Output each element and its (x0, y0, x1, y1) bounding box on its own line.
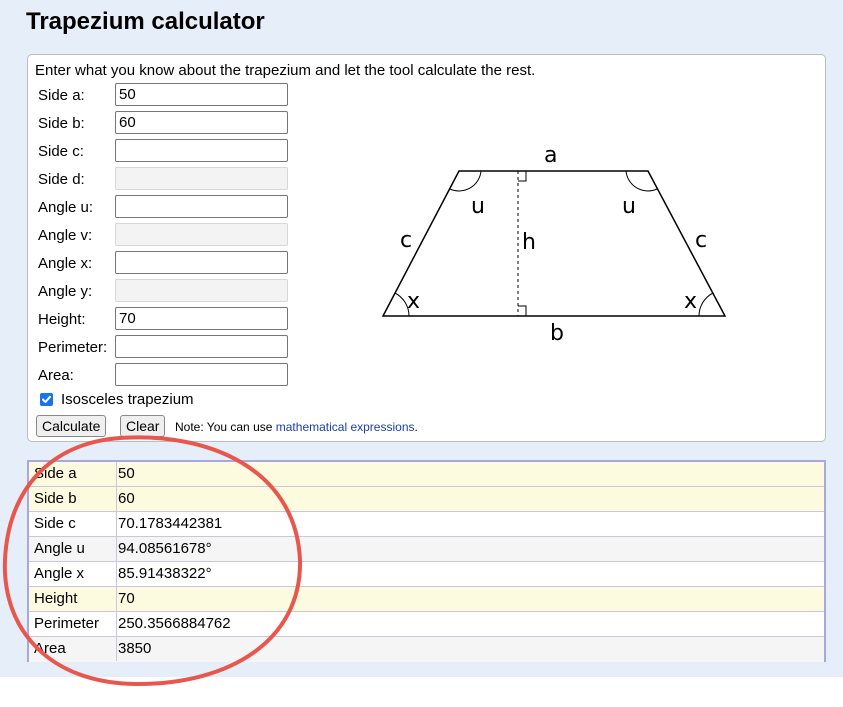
trapezium-diagram: a b c c h u u x x (381, 143, 727, 343)
result-key: Height (29, 587, 117, 611)
result-row-side-a: Side a 50 (29, 462, 824, 487)
right-angle-bottom (518, 305, 527, 316)
mathematical-expressions-link[interactable]: mathematical expressions (276, 420, 415, 434)
result-value: 250.3566884762 (118, 615, 231, 632)
result-value: 3850 (118, 640, 152, 657)
angle-u-input[interactable] (115, 195, 288, 218)
trapezium-shape (381, 170, 727, 317)
trapezium-outline (381, 170, 727, 317)
intro-text: Enter what you know about the trapezium … (35, 62, 536, 79)
angle-x-label: Angle x: (38, 255, 93, 272)
right-angle-top (518, 171, 527, 182)
side-d-input (115, 167, 288, 190)
label-b: b (550, 321, 564, 343)
angle-x-input[interactable] (115, 251, 288, 274)
result-value: 50 (118, 465, 135, 482)
isosceles-label: Isosceles trapezium (61, 391, 194, 408)
result-key: Side c (29, 512, 117, 536)
result-row-side-b: Side b 60 (29, 487, 824, 512)
result-key: Angle x (29, 562, 117, 586)
label-c-right: c (695, 228, 707, 253)
angle-u-right-arc (625, 170, 658, 192)
height-label: Height: (38, 311, 86, 328)
height-input[interactable] (115, 307, 288, 330)
result-key: Side b (29, 487, 117, 511)
result-value: 70 (118, 590, 135, 607)
area-input[interactable] (115, 363, 288, 386)
result-value: 94.08561678° (118, 540, 212, 557)
page-title: Trapezium calculator (26, 8, 265, 35)
angle-y-label: Angle y: (38, 283, 93, 300)
result-row-area: Area 3850 (29, 637, 824, 662)
result-value: 60 (118, 490, 135, 507)
result-row-side-c: Side c 70.1783442381 (29, 512, 824, 537)
result-value: 85.91438322° (118, 565, 212, 582)
angle-y-input (115, 279, 288, 302)
calculate-button[interactable]: Calculate (36, 415, 107, 437)
side-b-label: Side b: (38, 115, 85, 132)
result-row-angle-u: Angle u 94.08561678° (29, 537, 824, 562)
angle-u-left-arc (449, 170, 482, 192)
side-d-label: Side d: (38, 171, 85, 188)
side-c-label: Side c: (38, 143, 84, 160)
result-row-perimeter: Perimeter 250.3566884762 (29, 612, 824, 637)
side-a-label: Side a: (38, 87, 85, 104)
angle-x-right-arc (698, 292, 714, 317)
result-value: 70.1783442381 (118, 515, 223, 532)
note-prefix: Note: You can use (175, 420, 273, 434)
label-x-right: x (684, 289, 697, 314)
calculator-panel: Enter what you know about the trapezium … (27, 54, 826, 442)
note-text: Note: You can use mathematical expressio… (175, 420, 418, 434)
result-key: Side a (29, 462, 117, 486)
perimeter-input[interactable] (115, 335, 288, 358)
label-u-right: u (622, 194, 636, 219)
angle-v-label: Angle v: (38, 227, 93, 244)
result-key: Angle u (29, 537, 117, 561)
label-c-left: c (400, 228, 412, 253)
side-c-input[interactable] (115, 139, 288, 162)
label-h: h (522, 230, 536, 255)
area-label: Area: (38, 367, 74, 384)
label-x-left: x (407, 289, 420, 314)
angle-u-label: Angle u: (38, 199, 94, 216)
perimeter-label: Perimeter: (38, 339, 108, 356)
label-a: a (544, 143, 557, 168)
side-a-input[interactable] (115, 83, 288, 106)
result-row-angle-x: Angle x 85.91438322° (29, 562, 824, 587)
isosceles-checkbox[interactable] (40, 393, 53, 406)
checkmark-icon (42, 395, 51, 403)
angle-v-input (115, 223, 288, 246)
label-u-left: u (471, 194, 485, 219)
result-row-height: Height 70 (29, 587, 824, 612)
result-key: Area (29, 637, 117, 661)
note-suffix: . (414, 420, 418, 434)
side-b-input[interactable] (115, 111, 288, 134)
result-key: Perimeter (29, 612, 117, 636)
results-table: Side a 50 Side b 60 Side c 70.1783442381… (27, 460, 826, 662)
clear-button[interactable]: Clear (120, 415, 166, 437)
